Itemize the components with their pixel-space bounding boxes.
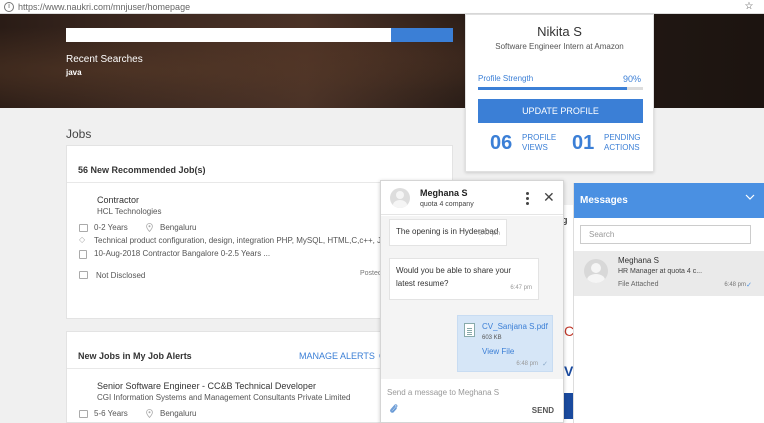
document-icon <box>464 323 475 337</box>
conversation-preview: File Attached <box>618 281 659 288</box>
chat-header: Meghana S quota 4 company ✕ <box>381 181 563 215</box>
attachment-size: 603 KB <box>482 335 502 341</box>
attachment-bubble[interactable]: CV_Sanjana S.pdf 603 KB View File 6:48 p… <box>457 315 553 372</box>
location-pin-icon <box>146 223 153 232</box>
messages-header[interactable]: Messages <box>574 183 764 218</box>
skills-icon: ◇ <box>79 235 86 244</box>
chat-message-input[interactable]: Send a message to Meghana S <box>387 388 499 397</box>
job-location: Bengaluru <box>160 223 197 232</box>
close-icon[interactable]: ✕ <box>543 190 555 204</box>
pending-actions-label-line1: PENDING <box>604 133 641 142</box>
description-icon <box>79 250 87 259</box>
chat-body: The opening is in Hyderabad 6:47 pm Woul… <box>381 216 563 379</box>
chat-message: The opening is in Hyderabad 6:47 pm <box>389 219 507 246</box>
conversation-name: Meghana S <box>618 256 659 265</box>
job-experience: 0-2 Years <box>94 223 128 232</box>
alert-job-company[interactable]: CGI Information Systems and Management C… <box>97 393 350 402</box>
company-logo-partial-v[interactable]: V <box>564 363 573 379</box>
send-button[interactable]: SEND <box>532 406 554 415</box>
job-alerts-header[interactable]: New Jobs in My Job Alerts <box>78 351 192 361</box>
recent-search-item[interactable]: java <box>66 68 82 77</box>
chevron-down-icon[interactable] <box>745 193 755 201</box>
conversation-desc: HR Manager at quota 4 c... <box>618 268 703 275</box>
chat-window: Meghana S quota 4 company ✕ The opening … <box>380 180 564 423</box>
alert-job-location: Bengaluru <box>160 409 197 418</box>
attachment-time: 6:48 pm <box>516 361 538 367</box>
profile-strength-value: 90% <box>622 74 641 84</box>
conversation-list-item[interactable]: Meghana S HR Manager at quota 4 c... Fil… <box>574 251 764 296</box>
briefcase-icon <box>79 224 88 232</box>
avatar <box>390 188 410 208</box>
profile-strength-label: Profile Strength <box>478 74 534 83</box>
profile-views-count[interactable]: 06 <box>490 132 512 155</box>
job-title[interactable]: Contractor <box>97 195 139 205</box>
chat-message-time: 6:47 pm <box>510 285 532 291</box>
hero-search-box[interactable] <box>66 28 453 42</box>
chat-message-time: 6:47 pm <box>478 231 500 237</box>
chat-contact-name[interactable]: Meghana S <box>420 188 468 198</box>
recommended-jobs-header[interactable]: 56 New Recommended Job(s) <box>78 165 206 175</box>
messages-panel: Messages Search Meghana S HR Manager at … <box>573 183 764 423</box>
pending-actions-label-line2: ACTIONS <box>604 143 640 152</box>
messages-title: Messages <box>580 195 628 206</box>
recent-searches-label: Recent Searches <box>66 54 143 65</box>
delivered-tick-icon: ✓ <box>542 361 548 368</box>
job-company[interactable]: HCL Technologies <box>97 207 161 216</box>
alert-job-title[interactable]: Senior Software Engineer - CC&B Technica… <box>97 381 316 391</box>
chat-contact-company: quota 4 company <box>420 201 474 208</box>
hero-search-button[interactable] <box>391 28 453 42</box>
profile-strength-fill <box>478 87 627 90</box>
profile-card: Nikita S Software Engineer Intern at Ama… <box>465 14 654 172</box>
salary-icon <box>79 271 88 279</box>
chat-message: Would you be able to share your latest r… <box>389 258 539 300</box>
location-pin-icon <box>146 409 153 418</box>
profile-views-label-line2: VIEWS <box>522 143 548 152</box>
pending-actions-count[interactable]: 01 <box>572 132 594 155</box>
info-icon[interactable]: i <box>4 1 14 12</box>
profile-role: Software Engineer Intern at Amazon <box>495 42 624 51</box>
alert-job-experience: 5-6 Years <box>94 409 128 418</box>
profile-name[interactable]: Nikita S <box>466 24 653 39</box>
job-skills: Technical product configuration, design,… <box>94 236 384 245</box>
attachment-filename[interactable]: CV_Sanjana S.pdf <box>482 322 548 331</box>
bookmark-star-icon[interactable]: ☆ <box>742 1 756 12</box>
profile-views-label-line1: PROFILE <box>522 133 557 142</box>
job-salary: Not Disclosed <box>96 271 146 280</box>
job-description: 10-Aug-2018 Contractor Bangalore 0-2.5 Y… <box>94 249 271 258</box>
profile-views-label[interactable]: PROFILE VIEWS <box>522 133 556 153</box>
view-file-link[interactable]: View File <box>482 347 514 356</box>
update-profile-button[interactable]: UPDATE PROFILE <box>478 99 643 123</box>
chat-message-text: Would you be able to share your latest r… <box>396 266 512 288</box>
browser-address-bar: i https://www.naukri.com/mnjuser/homepag… <box>0 0 764 14</box>
more-options-icon[interactable] <box>524 192 530 205</box>
avatar <box>584 259 608 283</box>
messages-search-input[interactable]: Search <box>580 225 751 244</box>
attach-clip-icon[interactable] <box>389 403 399 415</box>
read-tick-icon: ✓ <box>746 282 752 289</box>
profile-strength-bar <box>478 87 643 90</box>
jobs-heading: Jobs <box>66 127 92 141</box>
pending-actions-label[interactable]: PENDING ACTIONS <box>604 133 640 153</box>
job-posted: Postec <box>360 270 382 277</box>
url-field[interactable]: https://www.naukri.com/mnjuser/homepage <box>18 2 742 12</box>
briefcase-icon <box>79 410 88 418</box>
conversation-time: 6:48 pm <box>724 282 746 288</box>
manage-alerts-link[interactable]: MANAGE ALERTS <box>299 351 375 361</box>
